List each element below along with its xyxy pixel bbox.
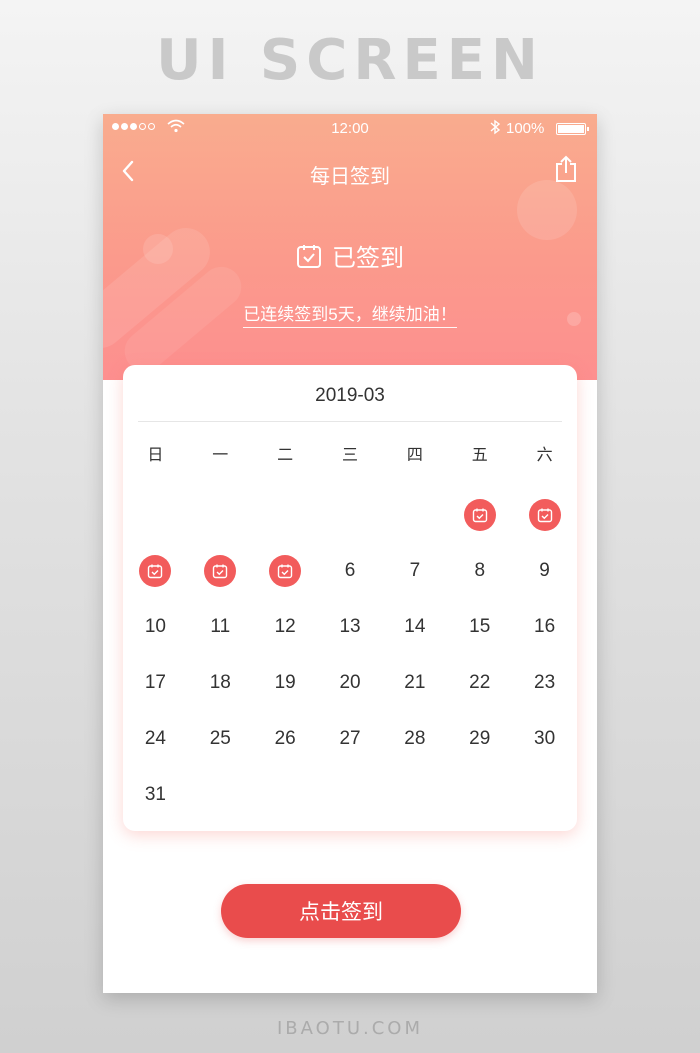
weekday-label: 五 (471, 447, 488, 464)
calendar-day-signed[interactable] (188, 543, 253, 599)
calendar-empty-cell (188, 487, 253, 543)
status-bar: 12:00 100% (103, 114, 597, 142)
calendar-check-icon (297, 244, 321, 268)
calendar-day[interactable]: 30 (512, 711, 577, 767)
calendar-day[interactable]: 9 (512, 543, 577, 599)
battery-icon (556, 123, 589, 135)
calendar-day[interactable]: 8 (447, 543, 512, 599)
calendar-day[interactable]: 24 (123, 711, 188, 767)
calendar-day[interactable]: 26 (253, 711, 318, 767)
calendar-card: 2019-03 日 一 二 三 四 五 六 6 7 8 9 10 11 12 13 14 15 16 17 18 19… (123, 365, 577, 831)
calendar-day-signed[interactable] (512, 487, 577, 543)
calendar-day[interactable]: 28 (382, 711, 447, 767)
calendar-check-icon (528, 499, 561, 531)
calendar-day[interactable]: 6 (318, 543, 383, 599)
calendar-check-icon (139, 555, 172, 587)
calendar-day[interactable]: 15 (447, 599, 512, 655)
weekday-label: 三 (342, 447, 359, 464)
calendar-empty-cell (123, 487, 188, 543)
bluetooth-icon (490, 119, 501, 135)
calendar-day[interactable]: 31 (123, 767, 188, 823)
calendar-day[interactable]: 20 (318, 655, 383, 711)
calendar-day[interactable]: 29 (447, 711, 512, 767)
signin-button[interactable]: 点击签到 (221, 884, 461, 938)
calendar-empty-cell (253, 487, 318, 543)
calendar-check-icon (269, 555, 302, 587)
nav-bar: 每日签到 (103, 152, 597, 192)
calendar-month: 2019-03 (315, 385, 385, 406)
calendar-day[interactable]: 17 (123, 655, 188, 711)
checked-status: 已签到 (103, 238, 597, 273)
calendar-day[interactable]: 25 (188, 711, 253, 767)
calendar-check-icon (463, 499, 496, 531)
calendar-day[interactable]: 18 (188, 655, 253, 711)
calendar-day-signed[interactable] (123, 543, 188, 599)
calendar-day[interactable]: 22 (447, 655, 512, 711)
calendar-day[interactable]: 16 (512, 599, 577, 655)
calendar-check-icon (204, 555, 237, 587)
weekday-header: 日一二三四五六 (123, 441, 577, 465)
footer-brand: IBAOTU.COM (277, 1018, 423, 1039)
calendar-day[interactable]: 10 (123, 599, 188, 655)
calendar-day[interactable]: 23 (512, 655, 577, 711)
hero-header: 12:00 100% 每日签到 已签到 已连续签到5天，继续加油！ (103, 114, 597, 380)
calendar-day-signed[interactable] (253, 543, 318, 599)
streak-message: 已连续签到5天，继续加油！ (103, 300, 597, 328)
calendar-empty-cell (382, 487, 447, 543)
calendar-grid: 6 7 8 9 10 11 12 13 14 15 16 17 18 19 20 21 22 23 24 25 26 27… (123, 487, 577, 823)
banner-title: UI SCREEN (156, 28, 544, 93)
weekday-label: 二 (277, 447, 294, 464)
weekday-label: 日 (147, 447, 164, 464)
calendar-day[interactable]: 14 (382, 599, 447, 655)
streak-text: 已连续签到5天，继续加油！ (243, 305, 457, 328)
calendar-day[interactable]: 19 (253, 655, 318, 711)
calendar-day-signed[interactable] (447, 487, 512, 543)
calendar-day[interactable]: 13 (318, 599, 383, 655)
calendar-day[interactable]: 7 (382, 543, 447, 599)
share-icon[interactable] (553, 154, 579, 184)
phone-screen: 12:00 100% 每日签到 已签到 已连续签到5天，继续加油！ 2019-0… (103, 114, 597, 993)
calendar-day[interactable]: 12 (253, 599, 318, 655)
calendar-day[interactable]: 21 (382, 655, 447, 711)
divider (138, 421, 562, 422)
page-title: 每日签到 (310, 166, 390, 188)
calendar-day[interactable]: 11 (188, 599, 253, 655)
weekday-label: 六 (536, 447, 553, 464)
weekday-label: 一 (212, 447, 229, 464)
weekday-label: 四 (406, 447, 423, 464)
checked-label: 已签到 (332, 245, 404, 272)
battery-percent: 100% (506, 120, 545, 137)
calendar-empty-cell (318, 487, 383, 543)
calendar-day[interactable]: 27 (318, 711, 383, 767)
